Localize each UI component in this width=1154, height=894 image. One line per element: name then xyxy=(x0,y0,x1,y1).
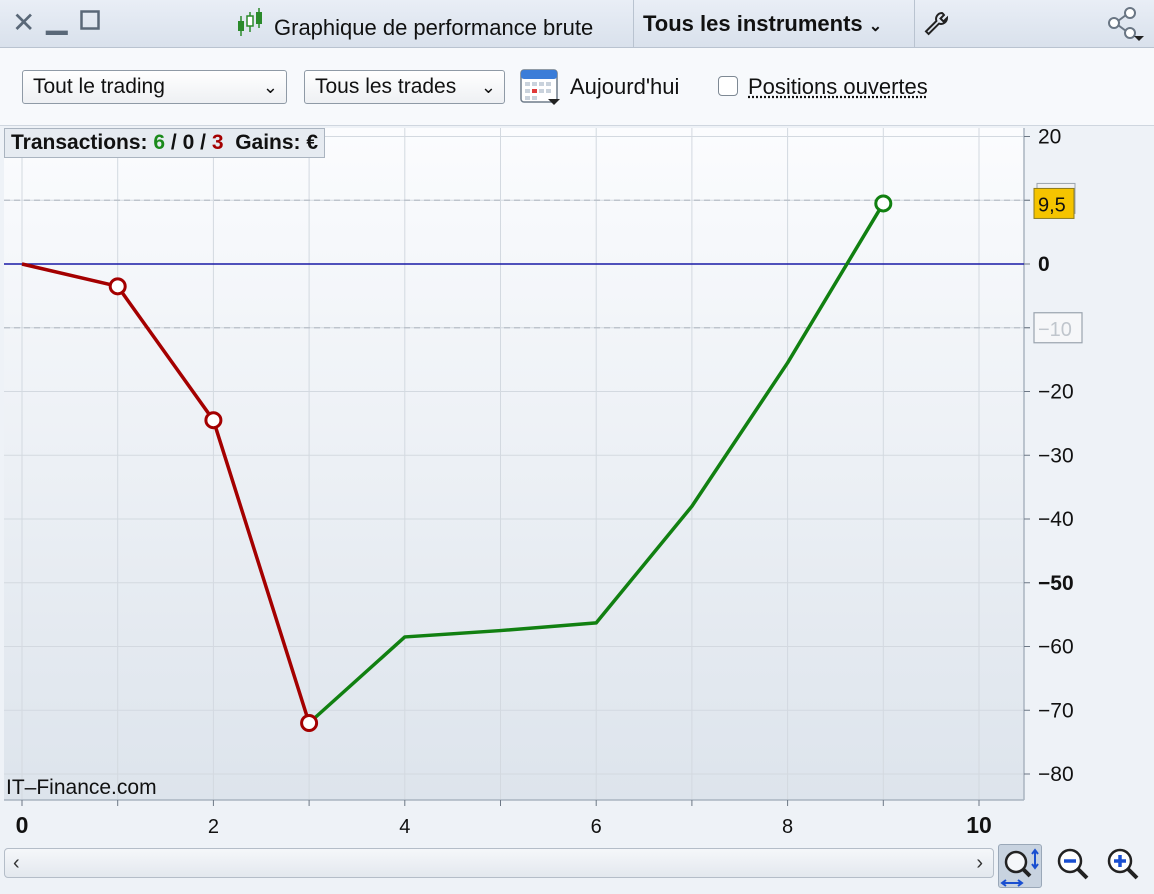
data-point xyxy=(204,411,223,430)
y-tick-label: −40 xyxy=(1038,508,1074,531)
x-tick-label: 0 xyxy=(16,812,29,838)
transactions-label: Transactions: xyxy=(11,131,148,154)
losses-count: 3 xyxy=(211,131,224,154)
y-tick-label: 0 xyxy=(1038,253,1050,276)
gains-label: Gains: € xyxy=(235,131,319,154)
instruments-dropdown[interactable]: Tous les instruments ⌄ xyxy=(643,8,882,43)
watermark: IT–Finance.com xyxy=(6,776,157,799)
data-point xyxy=(108,277,127,296)
zoom-in-button[interactable] xyxy=(1102,844,1146,888)
candlestick-icon xyxy=(236,8,264,47)
x-axis: 0 2 4 6 8 10 xyxy=(16,800,992,838)
y-tick-label: −80 xyxy=(1038,763,1074,786)
window-title: Graphique de performance brute xyxy=(236,8,593,47)
instruments-label: Tous les instruments xyxy=(643,11,863,36)
trading-select[interactable]: Tout le trading ⌄ xyxy=(22,70,287,104)
y-tick-label: 20 xyxy=(1038,126,1061,149)
y-axis: 20 0 −20 −30 −40 −50 −60 −70 −80 xyxy=(1024,126,1074,786)
separator: / xyxy=(200,131,206,154)
data-point xyxy=(300,714,319,732)
y-tick-label: −60 xyxy=(1038,636,1074,659)
zoom-out-icon xyxy=(1057,848,1089,880)
y-tick-label: −30 xyxy=(1038,444,1074,467)
performance-chart: 20 0 −20 −30 −40 −50 −60 −70 −80 0 2 4 6 8 10 9,5 −10 xyxy=(4,126,1083,838)
separator: / xyxy=(170,131,177,154)
minimize-icon[interactable]: ▁ xyxy=(46,4,68,34)
open-positions-checkbox[interactable] xyxy=(718,76,738,96)
filter-toolbar: Tout le trading ⌄ Tous les trades ⌄ Aujo… xyxy=(0,48,1154,126)
x-tick-label: 8 xyxy=(782,816,793,838)
x-tick-label: 10 xyxy=(966,812,992,838)
zoom-in-icon xyxy=(1107,848,1139,880)
transactions-summary: Transactions: 6 / 0 / 3 Gains: € xyxy=(4,128,326,158)
close-icon[interactable]: ✕ xyxy=(12,8,35,38)
x-tick-label: 6 xyxy=(591,816,602,838)
wrench-icon[interactable] xyxy=(922,10,950,43)
plot-area[interactable] xyxy=(4,128,1024,800)
separator xyxy=(633,0,634,48)
separator xyxy=(914,0,915,48)
trades-select[interactable]: Tous les trades ⌄ xyxy=(304,70,505,104)
trading-select-value: Tout le trading xyxy=(33,75,165,98)
title-bar: ✕ ▁ Graphique de performance brute Tous … xyxy=(0,0,1154,48)
x-tick-label: 4 xyxy=(399,816,410,838)
auto-zoom-button[interactable] xyxy=(998,844,1042,888)
auto-zoom-icon xyxy=(1000,848,1039,887)
y-tick-label: −70 xyxy=(1038,699,1074,722)
y-tick-label: −20 xyxy=(1038,381,1074,404)
window-title-text: Graphique de performance brute xyxy=(274,14,594,40)
y-tick-label: −50 xyxy=(1038,572,1074,595)
chevron-down-icon: ⌄ xyxy=(262,77,278,97)
horizontal-scrollbar[interactable]: ‹ › xyxy=(4,848,994,878)
chevron-down-icon: ⌄ xyxy=(480,77,496,97)
calendar-icon[interactable] xyxy=(520,66,562,111)
scroll-left-icon[interactable]: ‹ xyxy=(13,851,20,875)
zoom-out-button[interactable] xyxy=(1052,844,1096,888)
maximize-icon[interactable] xyxy=(80,6,100,36)
value-tag-label: −10 xyxy=(1038,319,1072,341)
today-label[interactable]: Aujourd'hui xyxy=(570,72,679,102)
x-tick-label: 2 xyxy=(208,816,219,838)
trades-select-value: Tous les trades xyxy=(315,75,457,98)
open-positions-label[interactable]: Positions ouvertes xyxy=(748,72,928,102)
share-icon[interactable] xyxy=(1106,6,1150,47)
data-point xyxy=(874,194,893,213)
even-count: 0 xyxy=(182,131,195,154)
chevron-down-icon: ⌄ xyxy=(868,18,883,35)
value-tag-label: 9,5 xyxy=(1038,194,1066,216)
scroll-right-icon[interactable]: › xyxy=(976,851,983,875)
wins-count: 6 xyxy=(153,131,166,154)
